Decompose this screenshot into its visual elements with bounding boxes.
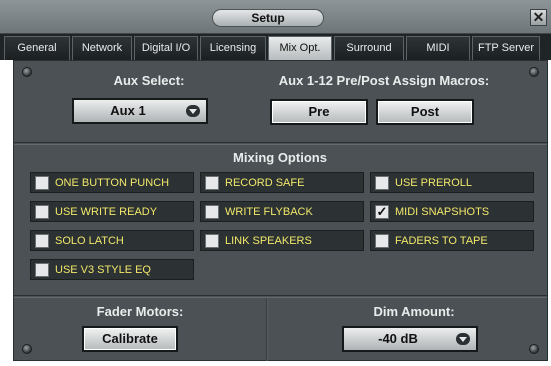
tab-licensing[interactable]: Licensing: [200, 36, 266, 60]
tab-ftp-server[interactable]: FTP Server: [472, 36, 540, 60]
close-button[interactable]: ✕: [530, 9, 547, 26]
tab-mix-opt[interactable]: Mix Opt.: [268, 36, 332, 60]
option-midi-snapshots[interactable]: ✓ MIDI SNAPSHOTS: [370, 201, 534, 222]
checkbox[interactable]: [375, 175, 389, 190]
checkbox[interactable]: [375, 233, 389, 248]
option-label: FADERS TO TAPE: [395, 234, 488, 247]
option-label: LINK SPEAKERS: [225, 234, 312, 247]
option-solo-latch[interactable]: SOLO LATCH: [30, 230, 194, 251]
checkbox[interactable]: [205, 233, 219, 248]
chevron-down-icon: [186, 105, 200, 117]
option-label: USE WRITE READY: [55, 205, 158, 218]
tab-bar: General Network Digital I/O Licensing Mi…: [0, 34, 551, 60]
pre-button[interactable]: Pre: [270, 99, 368, 125]
checkbox[interactable]: [35, 233, 49, 248]
option-record-safe[interactable]: RECORD SAFE: [200, 172, 364, 193]
close-icon: ✕: [532, 9, 545, 25]
title-bar[interactable]: Setup ✕: [0, 0, 551, 34]
option-use-preroll[interactable]: USE PREROLL: [370, 172, 534, 193]
aux-select-value: Aux 1: [110, 103, 146, 118]
screw-icon: [22, 344, 32, 354]
mixing-options-section: Mixing Options ONE BUTTON PUNCH RECORD S…: [14, 144, 547, 296]
calibrate-button[interactable]: Calibrate: [82, 326, 178, 352]
setup-window: Setup ✕ General Network Digital I/O Lice…: [0, 0, 551, 366]
option-label: ONE BUTTON PUNCH: [55, 176, 170, 189]
checkbox[interactable]: [205, 175, 219, 190]
option-label: WRITE FLYBACK: [225, 205, 313, 218]
tab-general[interactable]: General: [4, 36, 70, 60]
checkbox-checked[interactable]: ✓: [375, 204, 389, 219]
dim-amount-heading: Dim Amount:: [373, 304, 455, 319]
screw-icon: [529, 344, 539, 354]
dim-amount-value: -40 dB: [378, 331, 418, 346]
dim-amount-dropdown[interactable]: -40 dB: [342, 326, 478, 352]
option-use-v3-style-eq[interactable]: USE V3 STYLE EQ: [30, 259, 194, 280]
option-link-speakers[interactable]: LINK SPEAKERS: [200, 230, 364, 251]
tab-digital-io[interactable]: Digital I/O: [134, 36, 198, 60]
window-title: Setup: [212, 9, 324, 27]
checkbox[interactable]: [205, 204, 219, 219]
option-one-button-punch[interactable]: ONE BUTTON PUNCH: [30, 172, 194, 193]
screw-icon: [529, 67, 539, 77]
tab-surround[interactable]: Surround: [334, 36, 404, 60]
aux-select-dropdown[interactable]: Aux 1: [72, 98, 208, 124]
option-use-write-ready[interactable]: USE WRITE READY: [30, 201, 194, 222]
option-write-flyback[interactable]: WRITE FLYBACK: [200, 201, 364, 222]
mixing-options-heading: Mixing Options: [233, 150, 327, 165]
checkbox[interactable]: [35, 175, 49, 190]
option-label: MIDI SNAPSHOTS: [395, 205, 490, 218]
post-button[interactable]: Post: [376, 99, 474, 125]
fader-motors-heading: Fader Motors:: [96, 304, 184, 319]
screw-icon: [22, 67, 32, 77]
checkbox[interactable]: [35, 204, 49, 219]
option-label: USE V3 STYLE EQ: [55, 263, 151, 276]
tab-midi[interactable]: MIDI: [406, 36, 470, 60]
aux-select-heading: Aux Select:: [113, 73, 185, 88]
aux-section: Aux Select: Aux 1 Aux 1-12 Pre/Post Assi…: [14, 61, 547, 143]
option-label: SOLO LATCH: [55, 234, 124, 247]
aux-macros-heading: Aux 1-12 Pre/Post Assign Macros:: [278, 73, 490, 88]
checkbox[interactable]: [35, 262, 49, 277]
option-label: RECORD SAFE: [225, 176, 305, 189]
option-label: USE PREROLL: [395, 176, 473, 189]
section-divider: [266, 298, 268, 361]
tab-network[interactable]: Network: [72, 36, 132, 60]
chevron-down-icon: [456, 333, 470, 345]
mix-options-panel: Aux Select: Aux 1 Aux 1-12 Pre/Post Assi…: [13, 60, 548, 361]
fader-dim-section: Fader Motors: Calibrate Dim Amount: -40 …: [14, 297, 547, 361]
option-faders-to-tape[interactable]: FADERS TO TAPE: [370, 230, 534, 251]
